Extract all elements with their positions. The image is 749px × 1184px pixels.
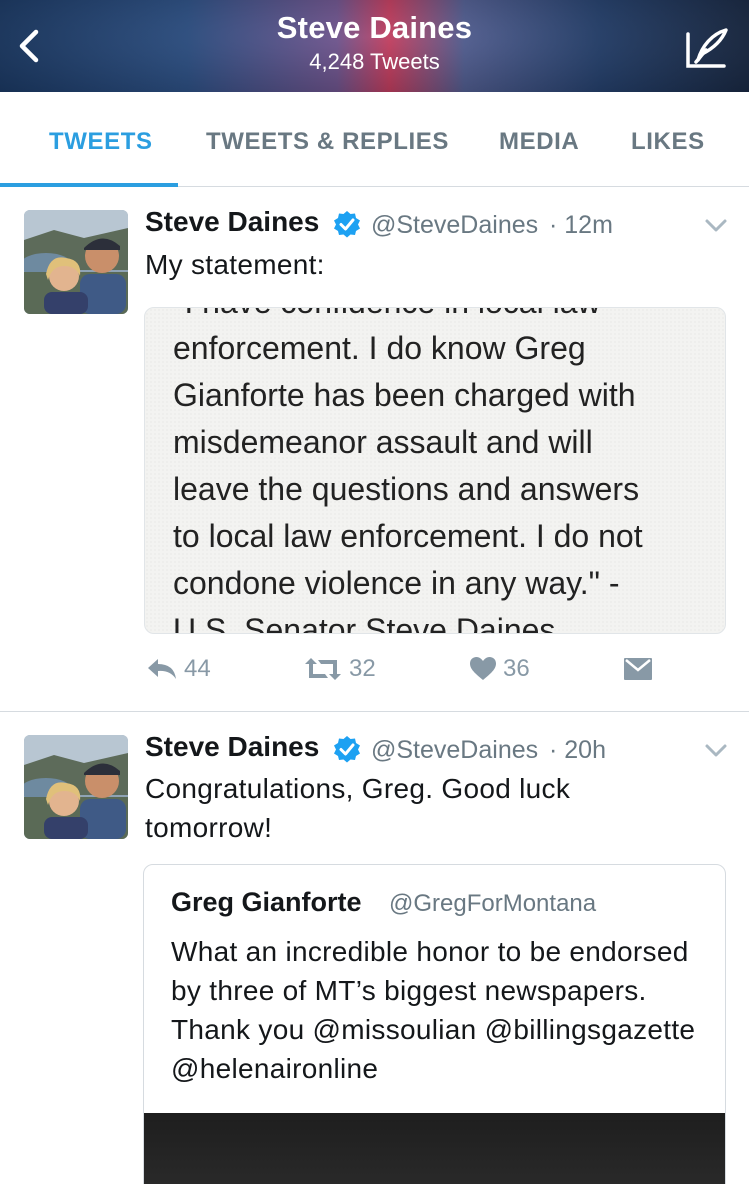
verified-badge-icon (334, 736, 360, 763)
tab-tweets[interactable]: TWEETS (49, 128, 153, 156)
statement-line: U.S. Senator Steve Daines (173, 612, 556, 634)
retweet-icon (305, 658, 341, 680)
statement-image[interactable]: "I have confidence in local law enforcem… (144, 307, 726, 634)
tweet-timestamp: · 12m (549, 211, 613, 239)
like-button[interactable]: 36 (469, 655, 530, 683)
statement-line: leave the questions and answers (173, 471, 640, 507)
quoted-tweet-image[interactable] (144, 1113, 725, 1184)
statement-line: "I have confidence in local law (173, 308, 601, 321)
tweet-author-name[interactable]: Steve Daines (145, 731, 319, 763)
tweet-divider (0, 711, 749, 712)
avatar[interactable] (24, 735, 128, 839)
tab-media[interactable]: MEDIA (499, 128, 579, 156)
tweet-timestamp: · 20h (549, 736, 606, 764)
chevron-down-icon[interactable] (704, 218, 728, 234)
reply-button[interactable]: 44 (146, 655, 211, 683)
tweet-text: My statement: (145, 249, 325, 280)
quoted-tweet[interactable]: Greg Gianforte @GregForMontana What an i… (143, 864, 726, 1184)
compose-tweet-icon[interactable] (684, 26, 730, 70)
header-title: Steve Daines (276, 10, 473, 45)
avatar[interactable] (24, 210, 128, 314)
statement-line: to local law enforcement. I do not (173, 518, 643, 554)
tweet-author-name[interactable]: Steve Daines (145, 206, 319, 238)
active-tab-indicator (0, 183, 178, 187)
reply-icon (148, 659, 176, 679)
tweet-author-handle[interactable]: @SteveDaines (371, 736, 538, 765)
profile-header: Steve Daines 4,248 Tweets (0, 0, 749, 92)
reply-count: 44 (184, 655, 211, 682)
tweet-author-handle[interactable]: @SteveDaines (371, 211, 538, 240)
retweet-count: 32 (349, 655, 376, 682)
tweet-text-line: tomorrow! (145, 812, 273, 843)
direct-message-button[interactable] (623, 657, 653, 681)
tweet-count: 4,248 Tweets (309, 49, 440, 74)
profile-tabs: TWEETS TWEETS & REPLIES MEDIA LIKES (0, 92, 749, 187)
tweet-actions: 44 32 36 (0, 655, 749, 695)
statement-line: misdemeanor assault and will (173, 424, 593, 460)
verified-badge-icon (334, 211, 360, 238)
statement-line: condone violence in any way." - (173, 565, 620, 601)
retweet-button[interactable]: 32 (303, 655, 376, 683)
tweet-text-line: Congratulations, Greg. Good luck (145, 773, 571, 804)
quoted-tweet-text: What an incredible honor to be endorsed … (171, 936, 696, 1084)
chevron-down-icon[interactable] (704, 743, 728, 759)
quoted-author-handle: @GregForMontana (389, 890, 597, 917)
like-count: 36 (503, 655, 530, 682)
heart-icon (470, 657, 496, 680)
tab-likes[interactable]: LIKES (631, 128, 705, 156)
quoted-author-name: Greg Gianforte (171, 887, 362, 917)
statement-line: Gianforte has been charged with (173, 377, 636, 413)
tab-tweets-and-replies[interactable]: TWEETS & REPLIES (206, 128, 449, 156)
statement-line: enforcement. I do know Greg (173, 330, 586, 366)
envelope-icon (624, 658, 652, 680)
